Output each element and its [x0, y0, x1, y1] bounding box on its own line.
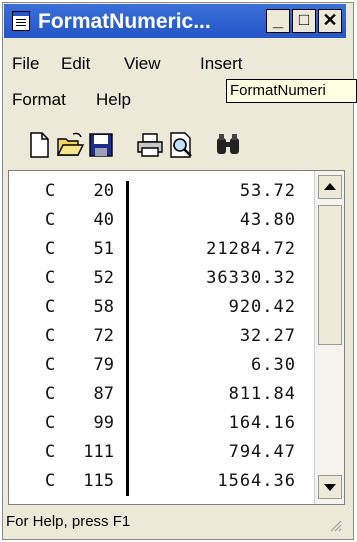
list-item: C 52 36330.32 — [9, 268, 314, 298]
status-text: For Help, press F1 — [6, 513, 131, 530]
row-value: 164.16 — [228, 413, 296, 433]
row-prefix: C — [45, 326, 56, 346]
row-number: 20 — [93, 181, 114, 201]
row-prefix: C — [45, 355, 56, 375]
row-prefix: C — [45, 297, 56, 317]
list-item: C 99 164.16 — [9, 413, 314, 443]
tooltip: FormatNumeri — [226, 79, 357, 103]
resize-grip-icon[interactable] — [328, 518, 342, 532]
row-number: 99 — [93, 413, 114, 433]
close-button[interactable]: ✕ — [318, 9, 342, 33]
toolbar — [4, 124, 346, 166]
list-item: C 72 32.27 — [9, 326, 314, 356]
row-number: 111 — [83, 442, 114, 462]
title-bar[interactable]: FormatNumeric... _ □ ✕ — [4, 4, 346, 38]
window-title: FormatNumeric... — [38, 10, 211, 33]
menu-format[interactable]: Format — [12, 90, 66, 110]
row-value: 21284.72 — [206, 239, 296, 259]
menu-insert[interactable]: Insert — [200, 54, 243, 74]
list-item: C 115 1564.36 — [9, 471, 314, 501]
row-prefix: C — [45, 239, 56, 259]
row-number: 115 — [83, 471, 114, 491]
row-prefix: C — [45, 413, 56, 433]
vertical-scrollbar[interactable] — [314, 171, 344, 504]
row-number: 72 — [93, 326, 114, 346]
open-folder-icon[interactable] — [55, 130, 85, 160]
list-item: C 20 53.72 — [9, 181, 314, 211]
status-bar: For Help, press F1 — [4, 508, 346, 536]
new-file-icon[interactable] — [24, 130, 54, 160]
menu-view[interactable]: View — [124, 54, 161, 74]
save-icon[interactable] — [86, 130, 116, 160]
row-number: 51 — [93, 239, 114, 259]
row-value: 6.30 — [251, 355, 296, 375]
print-icon[interactable] — [135, 130, 165, 160]
scroll-thumb[interactable] — [318, 205, 342, 345]
document-view[interactable]: C 20 53.72 C 40 43.80 C 51 21284.72 C 52 36330.32 C 5… — [8, 170, 345, 505]
maximize-button[interactable]: □ — [292, 9, 316, 33]
row-number: 52 — [93, 268, 114, 288]
menu-edit[interactable]: Edit — [61, 54, 90, 74]
row-value: 1564.36 — [217, 471, 296, 491]
list-item: C 79 6.30 — [9, 355, 314, 385]
list-item: C 111 794.47 — [9, 442, 314, 472]
row-value: 36330.32 — [206, 268, 296, 288]
menu-help[interactable]: Help — [96, 90, 131, 110]
row-prefix: C — [45, 442, 56, 462]
numeric-list: C 20 53.72 C 40 43.80 C 51 21284.72 C 52 36330.32 C 5… — [9, 171, 314, 504]
row-number: 40 — [93, 210, 114, 230]
row-number: 58 — [93, 297, 114, 317]
row-prefix: C — [45, 268, 56, 288]
row-prefix: C — [45, 384, 56, 404]
row-value: 811.84 — [228, 384, 296, 404]
scroll-up-button[interactable] — [318, 175, 342, 199]
minimize-button[interactable]: _ — [266, 9, 290, 33]
row-number: 79 — [93, 355, 114, 375]
row-value: 43.80 — [239, 210, 296, 230]
row-prefix: C — [45, 471, 56, 491]
find-icon[interactable] — [213, 130, 243, 160]
list-item: C 87 811.84 — [9, 384, 314, 414]
scroll-down-button[interactable] — [318, 475, 342, 499]
menu-file[interactable]: File — [12, 54, 39, 74]
row-prefix: C — [45, 210, 56, 230]
row-number: 87 — [93, 384, 114, 404]
print-preview-icon[interactable] — [166, 130, 196, 160]
list-item: C 51 21284.72 — [9, 239, 314, 269]
list-item: C 58 920.42 — [9, 297, 314, 327]
list-item: C 40 43.80 — [9, 210, 314, 240]
row-value: 32.27 — [239, 326, 296, 346]
row-prefix: C — [45, 181, 56, 201]
notepad-app-icon[interactable] — [12, 11, 30, 31]
row-value: 920.42 — [228, 297, 296, 317]
row-value: 794.47 — [228, 442, 296, 462]
row-value: 53.72 — [239, 181, 296, 201]
